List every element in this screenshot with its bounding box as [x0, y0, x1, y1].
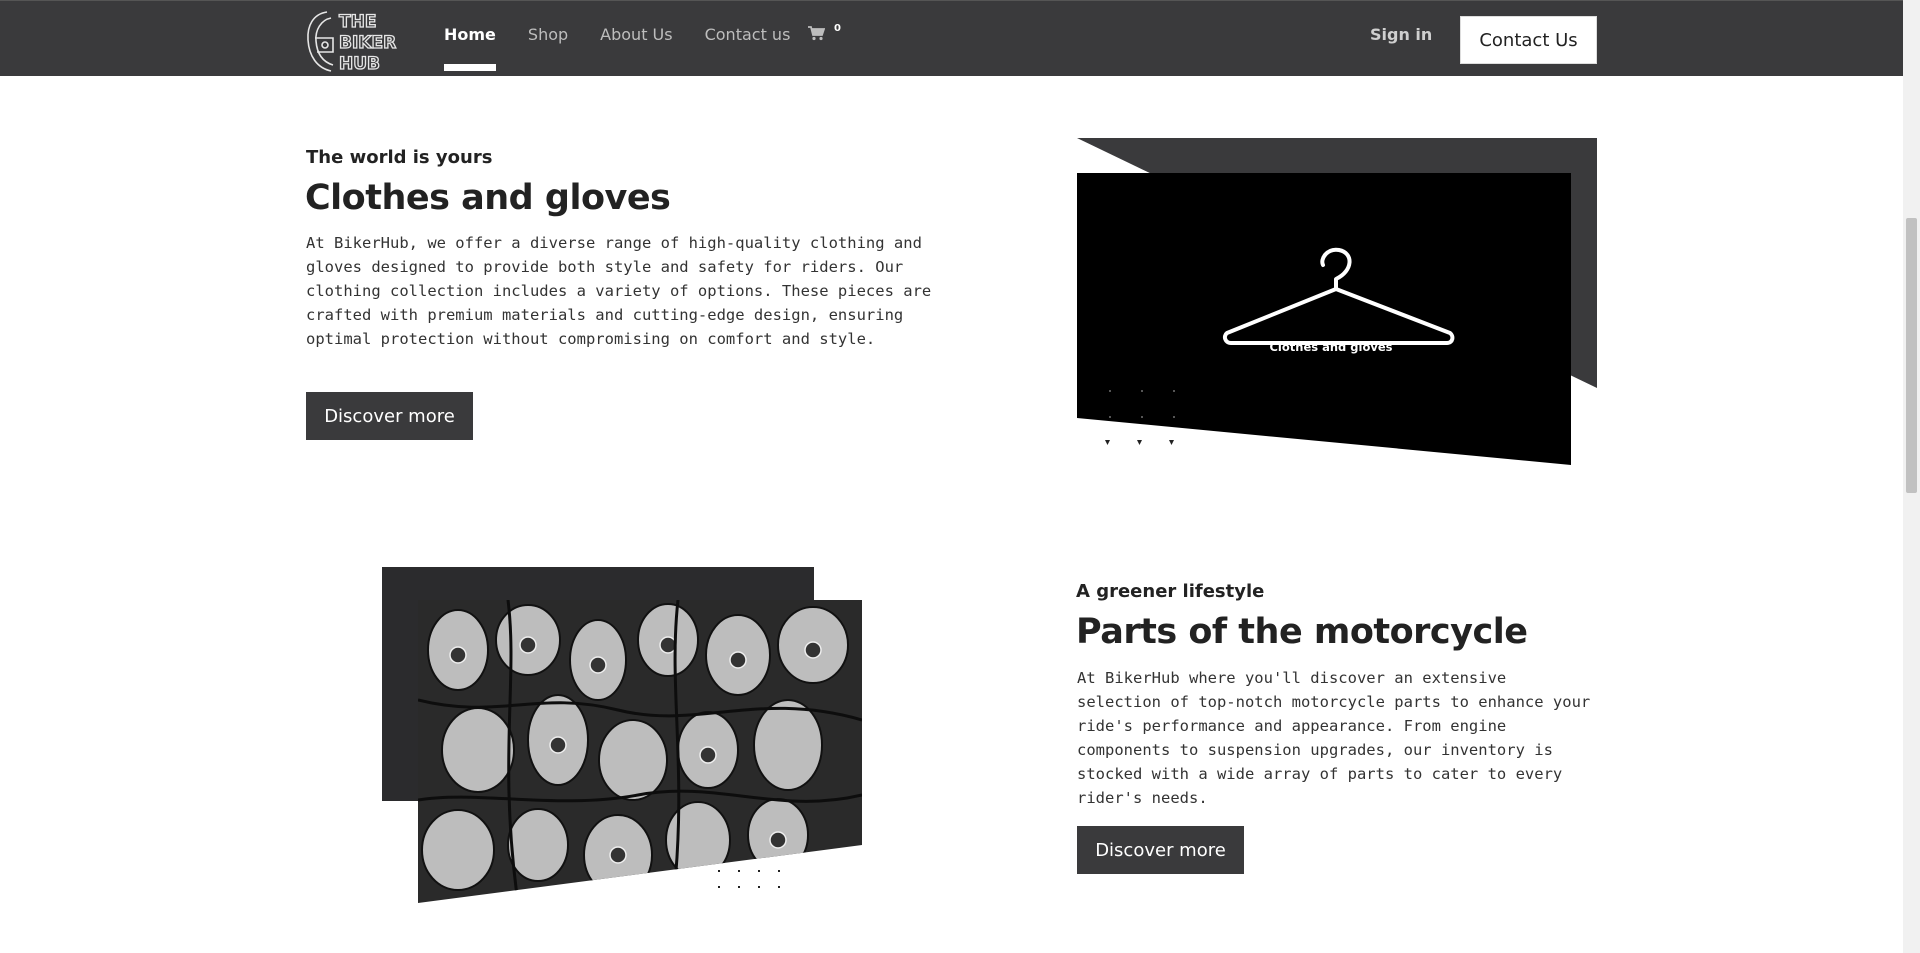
shopping-cart-icon[interactable] [807, 25, 826, 45]
svg-text:HUB: HUB [339, 54, 380, 74]
section2-discover-more-button[interactable]: Discover more [1077, 826, 1244, 874]
biker-hub-logo[interactable]: THE BIKER HUB [305, 8, 405, 74]
section2-paragraph: At BikerHub where you'll discover an ext… [1077, 669, 1591, 807]
sign-in-link[interactable]: Sign in [1370, 25, 1432, 44]
scrollbar-thumb[interactable] [1906, 218, 1917, 493]
nav-about-us[interactable]: About Us [600, 1, 672, 77]
motorcycle-parts-image[interactable] [418, 600, 862, 903]
decorative-dots [718, 870, 780, 888]
contact-us-button[interactable]: Contact Us [1460, 16, 1597, 64]
cart-count-badge: 0 [834, 23, 841, 34]
section1-eyebrow: The world is yours [306, 147, 493, 168]
section1-discover-more-button[interactable]: Discover more [306, 392, 473, 440]
section1-heading: Clothes and gloves [305, 178, 671, 218]
nav-contact-us[interactable]: Contact us [705, 1, 791, 77]
page-scrollbar[interactable] [1903, 0, 1920, 953]
svg-text:BIKER: BIKER [339, 33, 396, 53]
navbar: THE BIKER HUB Home Shop About Us Contact… [0, 0, 1903, 76]
hanger-caption: Clothes and gloves [1269, 340, 1392, 354]
section2-heading: Parts of the motorcycle [1076, 612, 1528, 652]
section2-eyebrow: A greener lifestyle [1076, 581, 1265, 602]
nav-home[interactable]: Home [444, 1, 496, 77]
clothes-and-gloves-image[interactable]: Clothes and gloves [1077, 173, 1571, 465]
main-nav: Home Shop About Us Contact us [444, 1, 822, 77]
svg-text:THE: THE [339, 12, 376, 32]
nav-shop[interactable]: Shop [528, 1, 568, 77]
decorative-dots [1105, 440, 1174, 445]
section1-paragraph: At BikerHub, we offer a diverse range of… [306, 234, 932, 348]
